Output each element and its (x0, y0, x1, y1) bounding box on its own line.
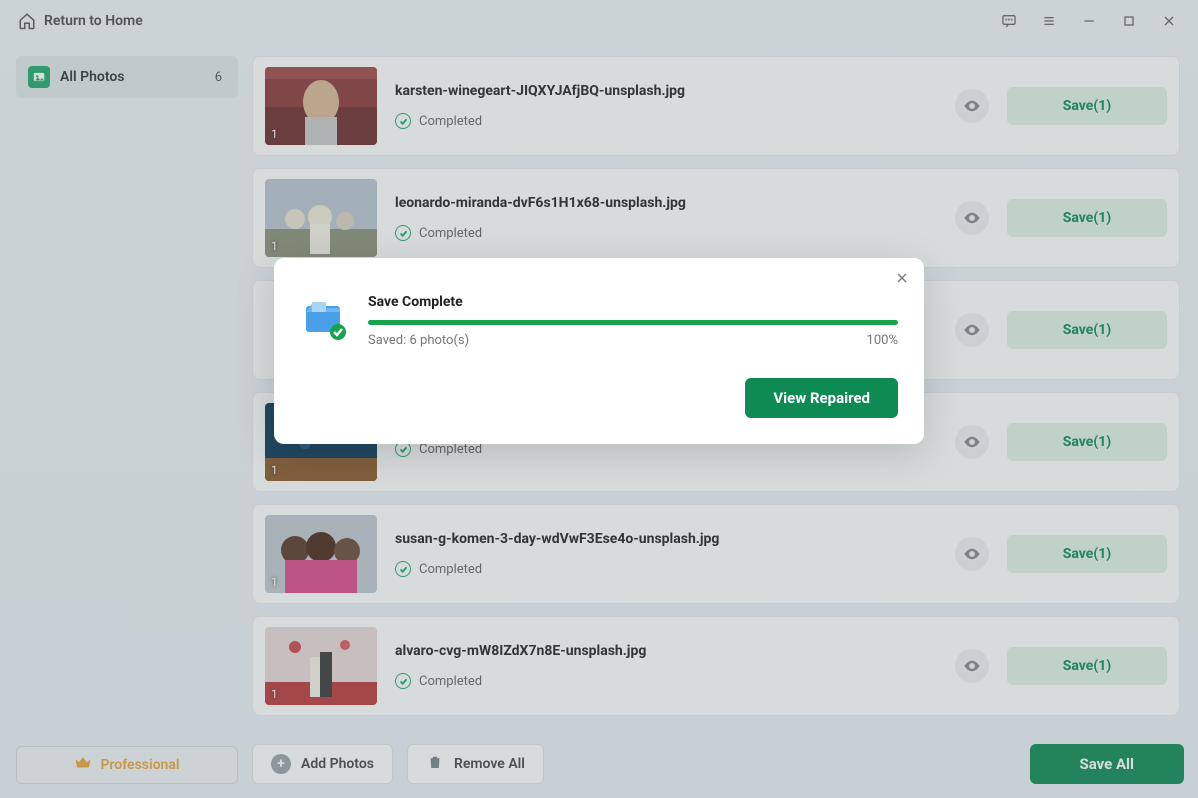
progress-bar (368, 320, 898, 325)
close-icon (894, 270, 910, 286)
folder-check-icon (300, 294, 348, 342)
view-repaired-button[interactable]: View Repaired (745, 378, 898, 418)
modal-close-button[interactable] (894, 270, 910, 290)
save-complete-modal: Save Complete Saved: 6 photo(s) 100% Vie… (274, 258, 924, 444)
progress-percent: 100% (867, 333, 898, 348)
modal-title: Save Complete (368, 294, 898, 310)
modal-overlay: Save Complete Saved: 6 photo(s) 100% Vie… (0, 0, 1198, 798)
saved-count-text: Saved: 6 photo(s) (368, 333, 469, 348)
progress-fill (368, 320, 898, 325)
view-repaired-label: View Repaired (773, 389, 870, 407)
